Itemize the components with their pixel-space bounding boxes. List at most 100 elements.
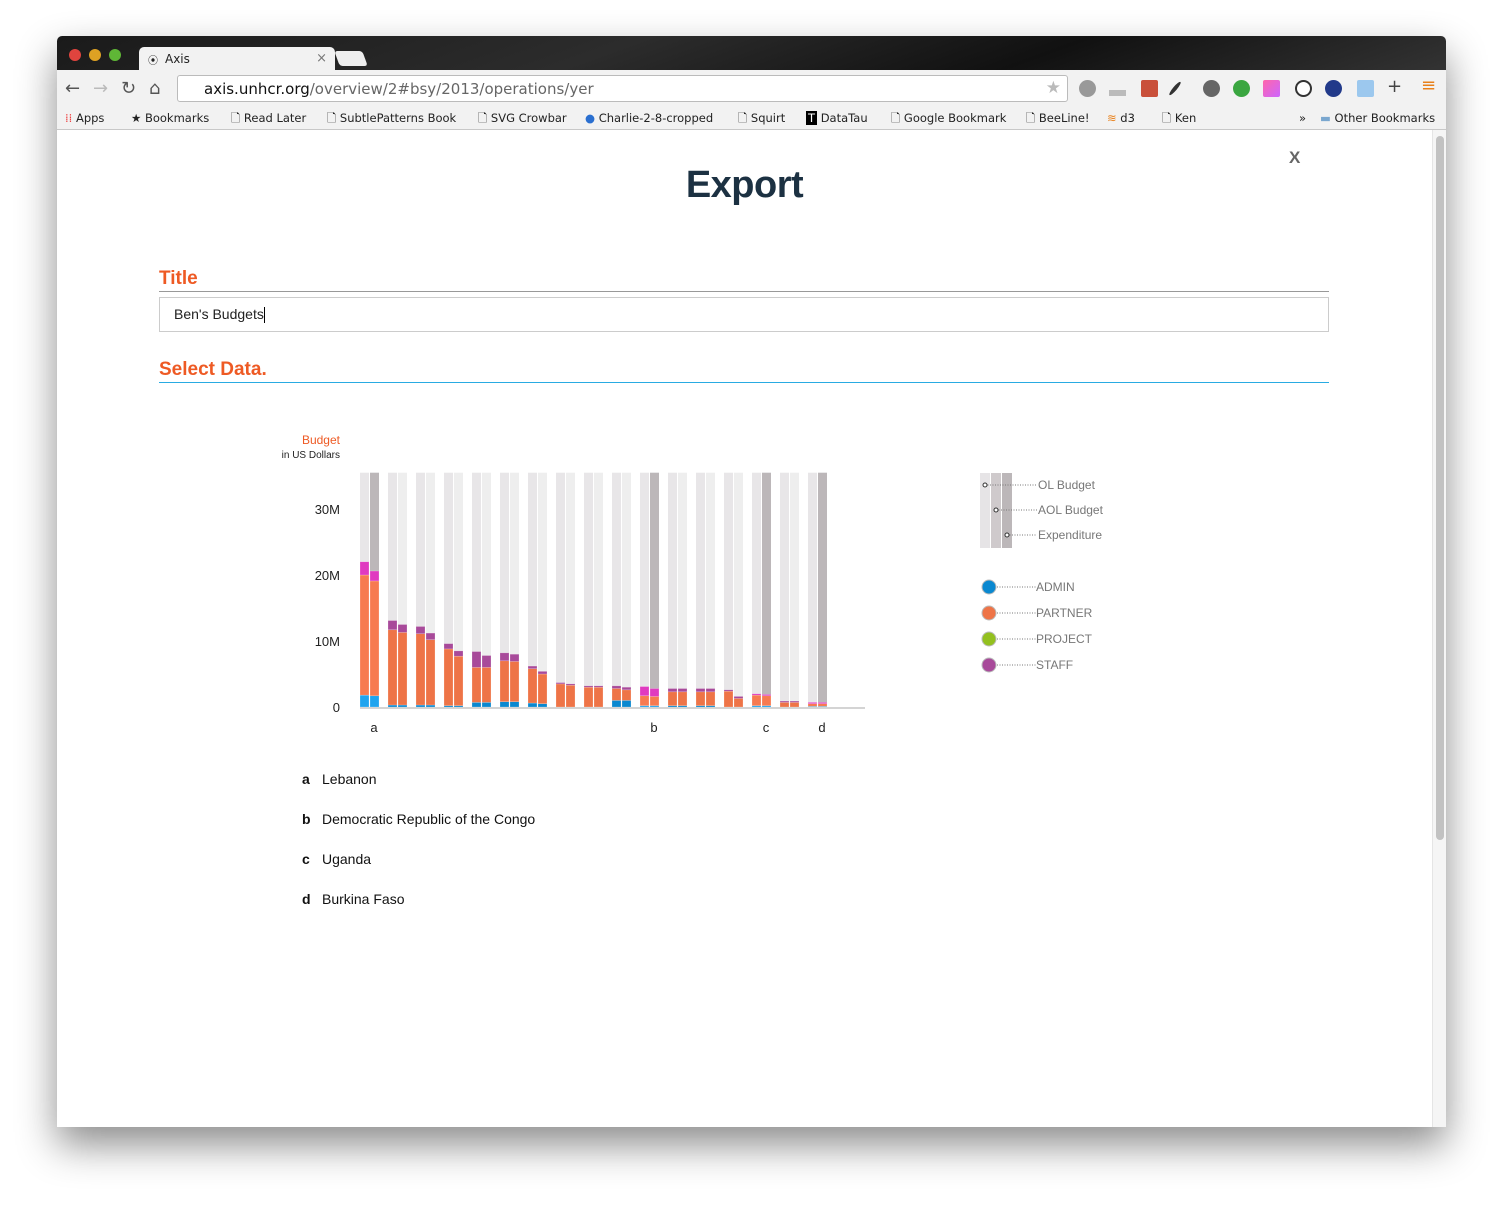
bar-segment-staff	[611, 685, 622, 689]
forward-icon[interactable]: →	[93, 78, 108, 99]
bookmark-read-later[interactable]: 🗋 Read Later	[231, 111, 306, 130]
extension-speed-icon[interactable]	[1325, 80, 1342, 97]
tab-axis[interactable]: ⦿ Axis ×	[139, 47, 335, 71]
bar-segment-staff	[397, 624, 408, 633]
bookmark-svg-crowbar[interactable]: 🗋 SVG Crowbar	[478, 111, 567, 130]
url-path: /overview/2#bsy/2013/operations/yer	[309, 80, 594, 98]
bookmark-squirt[interactable]: 🗋 Squirt	[738, 111, 785, 130]
star-icon[interactable]: ★	[1046, 78, 1061, 98]
extension-info-icon[interactable]	[1295, 80, 1312, 97]
close-tab-icon[interactable]: ×	[316, 51, 327, 66]
budget-background-bar	[640, 472, 649, 707]
bar-segment-staff	[705, 688, 716, 693]
bar-segment-partner	[415, 633, 426, 706]
bookmark-label: Other Bookmarks	[1334, 111, 1436, 125]
bookmark-charlie[interactable]: ● Charlie-2-8-cropped	[585, 111, 713, 125]
bookmark-datatau[interactable]: T DataTau	[806, 111, 868, 125]
bar-segment-partner	[779, 702, 790, 708]
bar-segment-partner	[527, 668, 538, 704]
measure-legend-label: AOL Budget	[1038, 503, 1104, 517]
extension-globe-icon[interactable]	[1203, 80, 1220, 97]
bar-segment-admin	[369, 695, 380, 708]
budget-background-bar	[668, 472, 677, 707]
bar-segment-admin	[359, 694, 370, 708]
extension-book-icon[interactable]	[1141, 80, 1158, 97]
extension-window-icon[interactable]	[1357, 80, 1374, 97]
budget-background-bar	[612, 472, 621, 707]
bookmark-label: SubtlePatterns Book	[339, 111, 457, 125]
close-window-button[interactable]	[69, 49, 81, 61]
budget-background-bar	[650, 472, 659, 707]
footnote-key: c	[302, 851, 310, 867]
footnote-label: Democratic Republic of the Congo	[322, 811, 536, 827]
bookmark-google[interactable]: 🗋 Google Bookmark	[891, 111, 1006, 130]
bar-segment-partner	[359, 574, 370, 696]
bookmark-subtlepatterns[interactable]: 🗋 SubtlePatterns Book	[327, 111, 456, 130]
bar-segment-staff	[415, 626, 426, 634]
bar-segment-staff	[807, 702, 818, 704]
reload-icon[interactable]: ↻	[121, 78, 136, 99]
page-icon: 🗋	[891, 111, 901, 125]
scrollbar-thumb[interactable]	[1436, 136, 1444, 840]
bar-segment-staff	[583, 685, 594, 688]
bookmark-label: Charlie-2-8-cropped	[598, 111, 714, 125]
budget-background-bar	[556, 472, 565, 707]
bookmarks-overflow-button[interactable]: »	[1299, 111, 1306, 125]
bar-segment-staff	[527, 665, 538, 669]
bar-segment-partner	[555, 683, 566, 708]
bar-segment-staff	[443, 643, 454, 650]
new-tab-button[interactable]	[334, 51, 368, 66]
legend-dot	[993, 507, 999, 513]
bar-segment-staff	[555, 682, 566, 685]
unhcr-favicon-icon: ⦿	[148, 56, 158, 67]
bar-segment-staff	[387, 620, 398, 631]
bar-segment-staff	[733, 696, 744, 699]
bookmark-beeline[interactable]: 🗋 BeeLine!	[1026, 111, 1090, 130]
crosshair-icon[interactable]: +	[1387, 76, 1402, 97]
bar-segment-admin	[527, 702, 538, 708]
bar-segment-staff	[779, 700, 790, 703]
footnote-key: b	[302, 811, 311, 827]
bar-segment-partner	[443, 648, 454, 706]
zoom-window-button[interactable]	[109, 49, 121, 61]
bookmark-label: Ken	[1174, 111, 1197, 125]
extension-tray-icon[interactable]	[1109, 90, 1126, 96]
bar-segment-staff	[471, 651, 482, 668]
bar-segment-staff	[789, 700, 800, 703]
bookmark-label: BeeLine!	[1038, 111, 1090, 125]
bar-segment-admin	[471, 702, 482, 708]
bar-segment-partner	[789, 702, 800, 708]
address-bar[interactable]: axis.unhcr.org/overview/2#bsy/2013/opera…	[177, 75, 1068, 102]
menu-icon[interactable]: ≡	[1421, 75, 1436, 96]
budget-background-bar	[622, 472, 631, 707]
bar-segment-partner	[667, 691, 678, 706]
budget-background-bar	[706, 472, 715, 707]
home-icon[interactable]: ⌂	[149, 78, 160, 99]
bar-segment-staff	[369, 570, 380, 582]
bookmark-apps[interactable]: ⁞⁞ Apps	[65, 111, 104, 125]
back-icon[interactable]: ←	[65, 78, 80, 99]
eyedropper-icon[interactable]	[1168, 80, 1182, 97]
other-bookmarks[interactable]: ▬ Other Bookmarks	[1320, 111, 1435, 125]
scrollbar[interactable]	[1432, 130, 1446, 1127]
page-icon: 🗋	[1026, 111, 1036, 125]
series-legend-label: PROJECT	[1036, 632, 1093, 646]
budget-background-bar	[566, 472, 575, 707]
page-icon: 🗋	[327, 111, 337, 125]
extension-color-icon[interactable]	[1263, 80, 1280, 97]
bar-segment-staff	[751, 693, 762, 696]
bar-segment-staff	[649, 688, 660, 697]
bookmark-d3[interactable]: ≋ d3	[1107, 111, 1135, 125]
url-host: axis.unhcr.org	[204, 80, 310, 98]
minimize-window-button[interactable]	[89, 49, 101, 61]
bar-segment-partner	[705, 691, 716, 706]
tab-title: Axis	[165, 52, 190, 66]
bar-segment-admin	[397, 704, 408, 708]
x-marker-label: d	[818, 720, 825, 735]
bookmark-bookmarks[interactable]: ★ Bookmarks	[131, 111, 209, 125]
y-tick-label: 0	[333, 700, 340, 715]
bookmark-ken[interactable]: 🗋 Ken	[1162, 111, 1196, 130]
bar-segment-staff	[499, 652, 510, 662]
extension-v-icon[interactable]	[1079, 80, 1096, 97]
hangouts-icon[interactable]	[1233, 80, 1250, 97]
